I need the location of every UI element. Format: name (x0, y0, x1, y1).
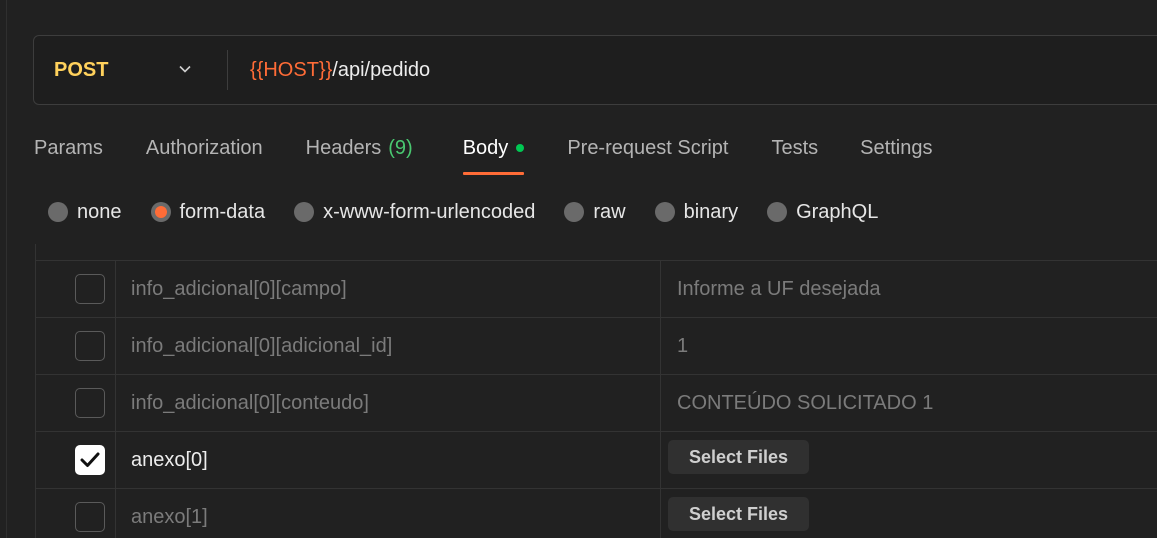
column-divider (660, 318, 661, 374)
column-divider (660, 489, 661, 538)
column-divider (660, 432, 661, 488)
checkbox-cell (36, 261, 116, 317)
radio-label: form-data (179, 200, 266, 223)
value-field[interactable]: Informe a UF desejada (677, 261, 880, 317)
request-tabs: Params Authorization Headers (9) Body Pr… (34, 130, 932, 176)
chevron-down-icon[interactable] (179, 63, 191, 75)
request-editor: POST {{HOST}}/api/pedido Params Authoriz… (0, 0, 1157, 538)
tab-settings[interactable]: Settings (860, 130, 932, 166)
table-row: info_adicional[0][adicional_id] 1 (35, 318, 1157, 375)
table-row: info_adicional[0][campo] Informe a UF de… (35, 261, 1157, 318)
form-data-table: info_adicional[0][campo] Informe a UF de… (35, 244, 1157, 538)
radio-form-data[interactable]: form-data (150, 200, 266, 224)
key-field[interactable]: info_adicional[0][campo] (131, 261, 347, 317)
checkbox-cell (36, 489, 116, 538)
body-type-selector: none form-data x-www-form-urlencoded raw… (48, 198, 907, 226)
method-select[interactable]: POST (54, 36, 108, 104)
table-header-edge (35, 244, 1157, 261)
row-checkbox-checked[interactable] (75, 445, 105, 475)
tab-label: Params (34, 136, 103, 159)
tab-body[interactable]: Body (462, 130, 525, 175)
tab-tests[interactable]: Tests (771, 130, 818, 166)
tab-params[interactable]: Params (34, 130, 103, 166)
radio-label: none (77, 200, 122, 223)
select-files-button[interactable]: Select Files (668, 497, 809, 531)
checkbox-cell (36, 432, 116, 488)
tab-headers[interactable]: Headers (9) (306, 130, 413, 166)
tab-label: Settings (860, 136, 933, 159)
table-row: anexo[0] Select Files (35, 432, 1157, 489)
key-field[interactable]: info_adicional[0][conteudo] (131, 375, 369, 431)
radio-circle-selected (150, 202, 171, 222)
row-checkbox[interactable] (75, 274, 105, 304)
column-divider (660, 261, 661, 317)
radio-label: x-www-form-urlencoded (323, 200, 536, 223)
radio-label: binary (683, 200, 739, 223)
sidebar-edge (6, 0, 7, 538)
row-checkbox[interactable] (75, 502, 105, 532)
green-dot-icon (516, 144, 525, 152)
radio-circle (767, 202, 788, 222)
tab-label: Headers (305, 136, 382, 159)
check-icon (80, 452, 100, 467)
radio-binary[interactable]: binary (654, 200, 739, 224)
tab-label: Body (462, 136, 509, 159)
tab-pre-request-script[interactable]: Pre-request Script (567, 130, 728, 166)
radio-circle (654, 202, 675, 222)
select-files-button[interactable]: Select Files (668, 440, 809, 474)
url-variable: {{HOST}} (250, 58, 333, 81)
url-bar: POST {{HOST}}/api/pedido (33, 35, 1157, 105)
value-field[interactable]: CONTEÚDO SOLICITADO 1 (677, 375, 933, 431)
tab-authorization[interactable]: Authorization (146, 130, 263, 166)
table-row: info_adicional[0][conteudo] CONTEÚDO SOL… (35, 375, 1157, 432)
checkbox-cell (36, 318, 116, 374)
radio-circle (48, 202, 68, 222)
radio-raw[interactable]: raw (564, 200, 626, 224)
row-checkbox[interactable] (75, 388, 105, 418)
key-field[interactable]: info_adicional[0][adicional_id] (131, 318, 392, 374)
checkbox-cell (36, 375, 116, 431)
tab-label: Pre-request Script (567, 136, 729, 159)
radio-none[interactable]: none (48, 201, 122, 224)
row-checkbox[interactable] (75, 331, 105, 361)
radio-circle (294, 202, 315, 222)
radio-label: GraphQL (796, 200, 879, 223)
radio-x-www-form-urlencoded[interactable]: x-www-form-urlencoded (294, 201, 535, 224)
value-field[interactable]: 1 (677, 318, 688, 374)
column-divider (660, 375, 661, 431)
radio-label: raw (593, 200, 626, 223)
radio-graphql[interactable]: GraphQL (767, 201, 878, 224)
key-field[interactable]: anexo[1] (131, 489, 208, 538)
table-row: anexo[1] Select Files (35, 489, 1157, 538)
url-path: /api/pedido (332, 58, 431, 81)
radio-circle (564, 202, 585, 222)
tab-label: Tests (771, 136, 819, 159)
key-field[interactable]: anexo[0] (131, 432, 208, 488)
url-input[interactable]: {{HOST}}/api/pedido (250, 36, 430, 104)
headers-count: (9) (388, 136, 413, 159)
url-divider (227, 50, 228, 90)
tab-label: Authorization (145, 136, 263, 159)
